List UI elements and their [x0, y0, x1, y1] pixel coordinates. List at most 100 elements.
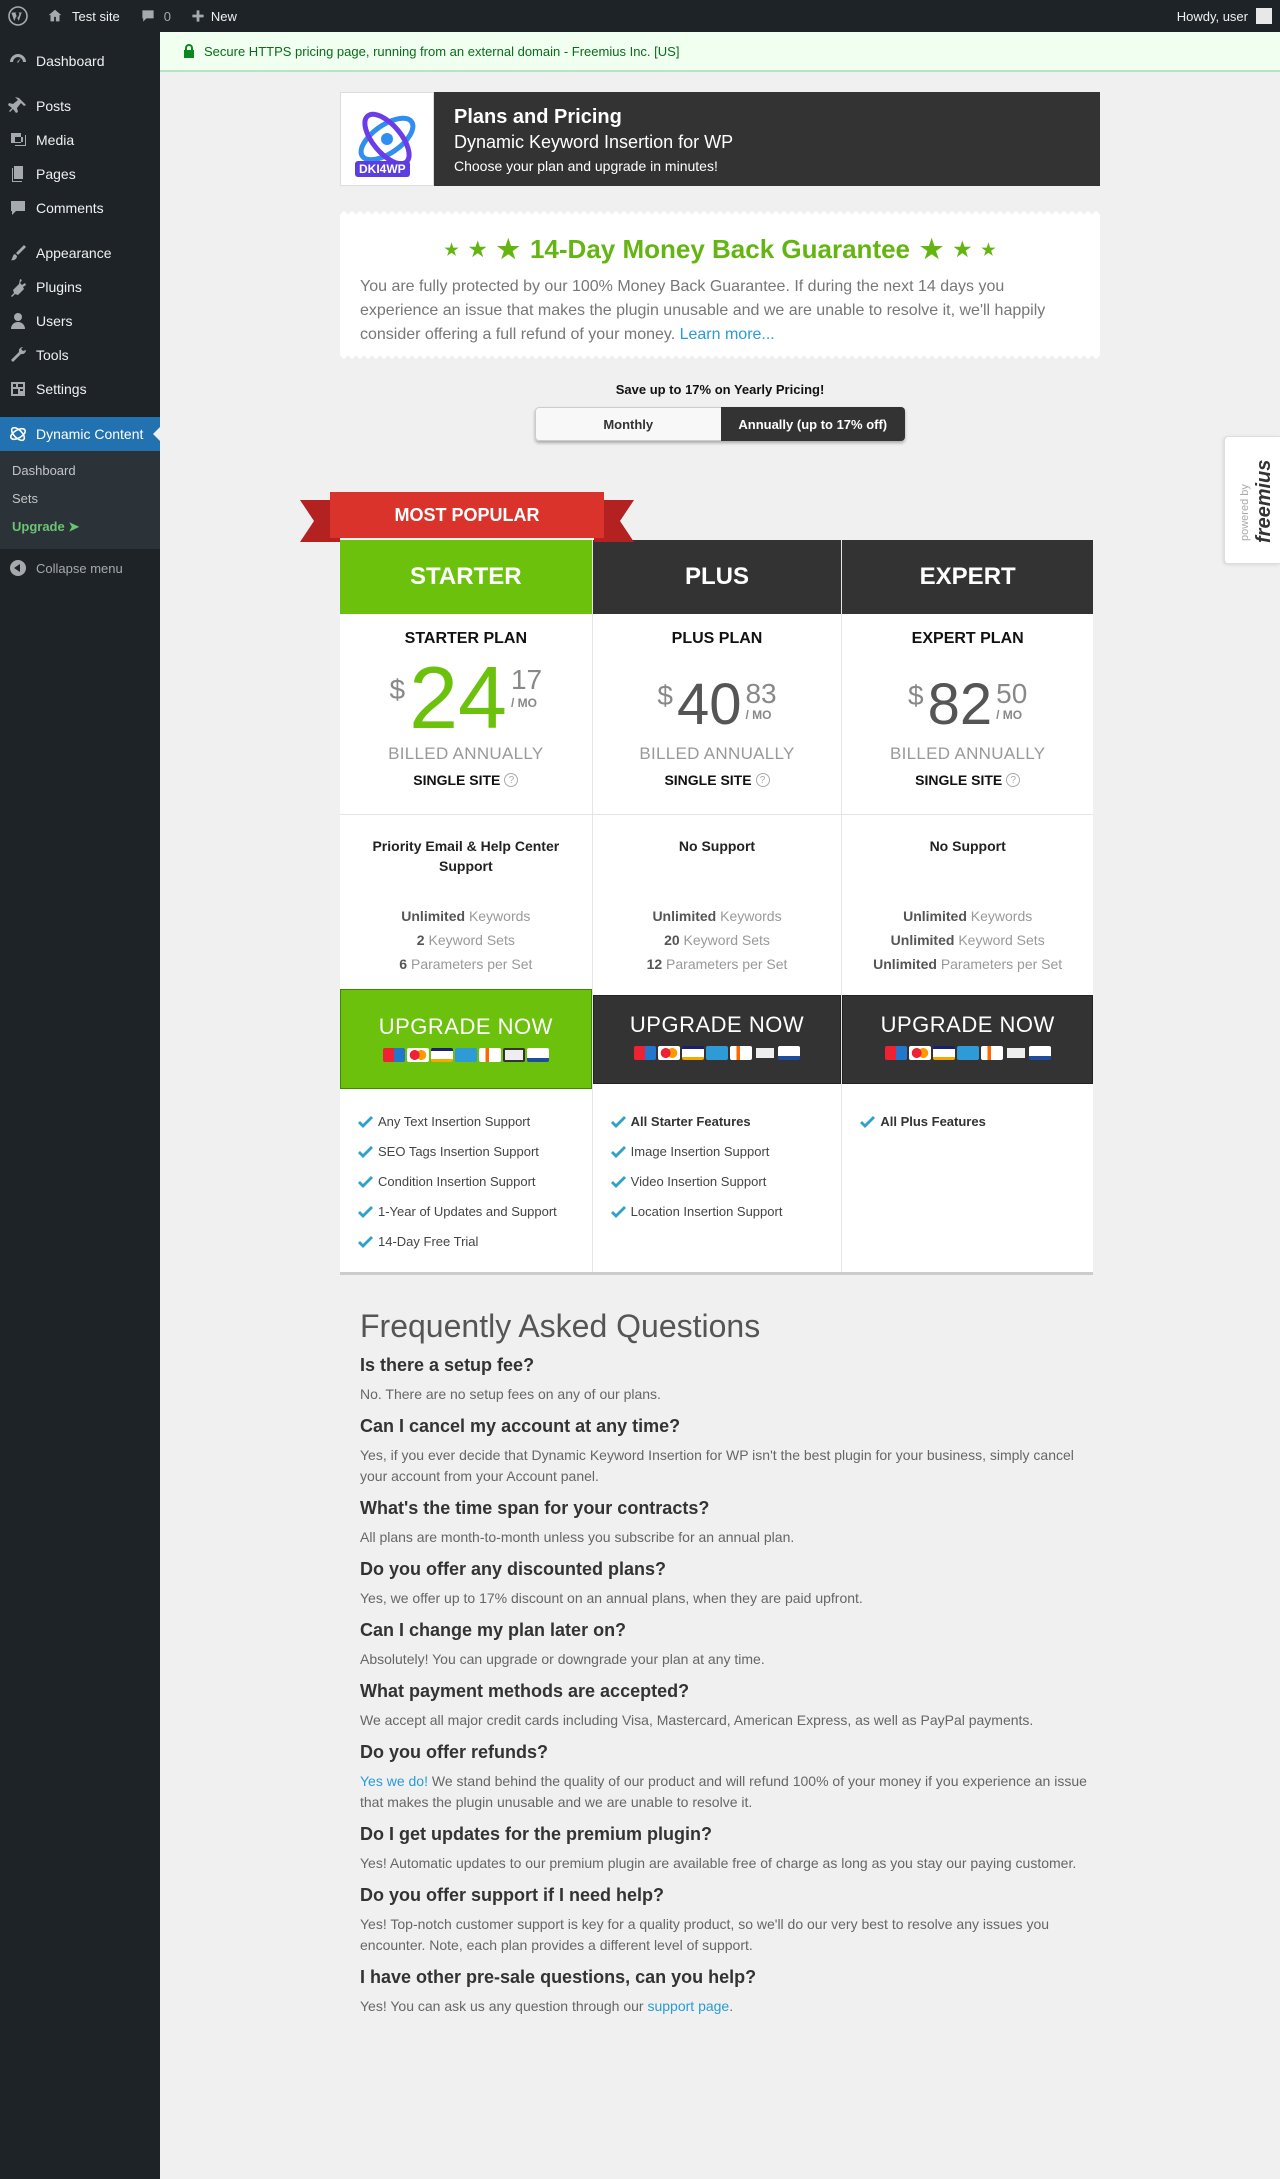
sidebar-item-tools[interactable]: Tools	[0, 338, 160, 372]
pin-icon	[8, 97, 26, 113]
plan-header: PLUS	[592, 540, 842, 614]
faq-question: What payment methods are accepted?	[360, 1681, 690, 1701]
sidebar-item-appearance[interactable]: Appearance	[0, 236, 160, 270]
site-name-link[interactable]: Test site	[36, 0, 130, 32]
faq-question: Do you offer any discounted plans?	[360, 1559, 667, 1579]
faq-item: Do I get updates for the premium plugin?…	[360, 1824, 1090, 1874]
sites-selector[interactable]: SINGLE SITE?	[593, 772, 842, 788]
submenu-upgrade[interactable]: Upgrade ➤	[0, 513, 160, 541]
star-icon: ★	[444, 241, 459, 259]
sidebar-item-posts[interactable]: Posts	[0, 89, 160, 123]
my-account[interactable]: Howdy, user	[1177, 8, 1280, 24]
learn-more-link[interactable]: Learn more...	[680, 326, 775, 343]
support-page-link[interactable]: support page	[647, 1998, 729, 2014]
submenu-sets[interactable]: Sets	[0, 485, 160, 513]
pages-icon	[12, 166, 23, 182]
comment-icon	[11, 201, 25, 215]
support-level: No Support	[929, 838, 1006, 854]
faq-answer: All plans are month-to-month unless you …	[360, 1529, 795, 1545]
plan-name: STARTER PLAN	[404, 630, 528, 647]
sidebar-item-media[interactable]: Media	[0, 123, 160, 157]
plan-plus: PLUS PLUS PLAN $ 40 83 / MO BILLED ANNUA…	[592, 540, 843, 1272]
help-icon[interactable]: ?	[1006, 773, 1021, 787]
sites-selector[interactable]: SINGLE SITE?	[340, 772, 592, 788]
save-text: Save up to 17% on Yearly Pricing!	[615, 382, 825, 397]
guarantee-title: 14-Day Money Back Guarantee	[529, 234, 911, 264]
faq-answer: Yes! You can ask us any question through…	[360, 1998, 734, 2014]
faq-item: Do you offer refunds? Yes we do! We stan…	[360, 1742, 1090, 1813]
help-icon[interactable]: ?	[504, 773, 519, 787]
dashboard-icon	[10, 54, 26, 63]
feature-item: 1-Year of Updates and Support	[358, 1196, 582, 1226]
yes-we-do-link[interactable]: Yes we do!	[360, 1773, 428, 1789]
plug-icon	[11, 279, 26, 297]
freemius-logo: freemius	[1253, 459, 1275, 543]
feature-list: All Plus Features	[860, 1106, 1083, 1136]
new-content-link[interactable]: New	[181, 0, 247, 32]
wrench-icon	[11, 346, 27, 362]
star-icon: ★	[920, 234, 944, 264]
price-period: / MO	[996, 708, 1023, 722]
help-icon[interactable]: ?	[755, 773, 770, 787]
powered-by-text: powered by	[1239, 484, 1251, 541]
sidebar-item-dashboard[interactable]: Dashboard	[0, 44, 160, 78]
user-icon	[11, 313, 25, 329]
sidebar-item-label: Plugins	[36, 279, 82, 295]
plan-name: PLUS PLAN	[671, 630, 763, 647]
price-amount: 82	[927, 672, 993, 737]
faq-question: What's the time span for your contracts?	[360, 1498, 710, 1518]
freemius-badge[interactable]: powered by freemius	[1224, 436, 1280, 564]
sidebar-item-label: Appearance	[36, 245, 112, 261]
wordpress-logo-icon[interactable]	[0, 0, 36, 32]
check-icon	[860, 1116, 876, 1128]
howdy-text: Howdy, user	[1176, 8, 1248, 24]
upgrade-label: UPGRADE NOW	[378, 1014, 553, 1039]
billing-cycle: Save up to 17% on Yearly Pricing! Monthl…	[340, 382, 1100, 441]
star-icon: ★	[953, 239, 972, 261]
avatar	[1256, 8, 1272, 24]
secure-notice-text: Secure HTTPS pricing page, running from …	[204, 43, 680, 59]
monthly-option[interactable]: Monthly	[535, 407, 721, 441]
brush-icon	[11, 245, 26, 261]
feature-list: All Starter Features Image Insertion Sup…	[610, 1106, 832, 1226]
price-cents: 17	[510, 664, 543, 695]
sidebar-item-label: Media	[36, 132, 75, 148]
faq-answer: Absolutely! You can upgrade or downgrade…	[360, 1651, 765, 1667]
upgrade-button[interactable]: UPGRADE NOW	[592, 995, 842, 1084]
feature-item: 14-Day Free Trial	[358, 1226, 582, 1256]
sidebar-item-users[interactable]: Users	[0, 304, 160, 338]
faq-item: What payment methods are accepted? We ac…	[360, 1681, 1090, 1731]
lock-icon	[184, 44, 194, 58]
feature-item: Image Insertion Support	[610, 1136, 832, 1166]
pricing-header: DKI4WP Plans and Pricing Dynamic Keyword…	[340, 92, 1100, 186]
sidebar-item-label: Dashboard	[36, 53, 105, 69]
faq-item: Do you offer support if I need help? Yes…	[360, 1885, 1090, 1956]
admin-bar: Test site 0 New Howdy, user	[0, 0, 1280, 32]
check-icon	[358, 1146, 373, 1158]
currency: $	[657, 680, 673, 711]
sidebar-item-comments[interactable]: Comments	[0, 191, 160, 225]
upgrade-label: UPGRADE NOW	[880, 1012, 1055, 1037]
sidebar-item-label: Users	[36, 313, 73, 329]
sidebar-item-pages[interactable]: Pages	[0, 157, 160, 191]
header-tagline: Choose your plan and upgrade in minutes!	[454, 158, 718, 174]
upgrade-button[interactable]: UPGRADE NOW	[842, 995, 1094, 1084]
submenu-dashboard[interactable]: Dashboard	[0, 457, 160, 485]
sites-selector[interactable]: SINGLE SITE?	[842, 772, 1093, 788]
price-cents: 50	[996, 678, 1028, 709]
check-icon	[610, 1176, 626, 1188]
comments-link[interactable]: 0	[130, 0, 181, 32]
payment-cards-icon	[843, 1046, 1092, 1060]
annual-option[interactable]: Annually (up to 17% off)	[720, 407, 905, 441]
faq-item: Do you offer any discounted plans? Yes, …	[360, 1559, 1090, 1609]
sidebar-item-settings[interactable]: Settings	[0, 372, 160, 406]
sidebar-item-plugins[interactable]: Plugins	[0, 270, 160, 304]
settings-icon	[11, 382, 25, 396]
upgrade-button[interactable]: UPGRADE NOW	[340, 989, 592, 1089]
plus-icon	[192, 10, 204, 22]
collapse-menu-button[interactable]: Collapse menu	[0, 551, 160, 585]
sidebar-item-dynamic-content[interactable]: Dynamic Content	[0, 417, 160, 451]
price-amount: 40	[676, 672, 742, 737]
billed-label: BILLED ANNUALLY	[388, 744, 544, 763]
billed-label: BILLED ANNUALLY	[639, 744, 795, 763]
